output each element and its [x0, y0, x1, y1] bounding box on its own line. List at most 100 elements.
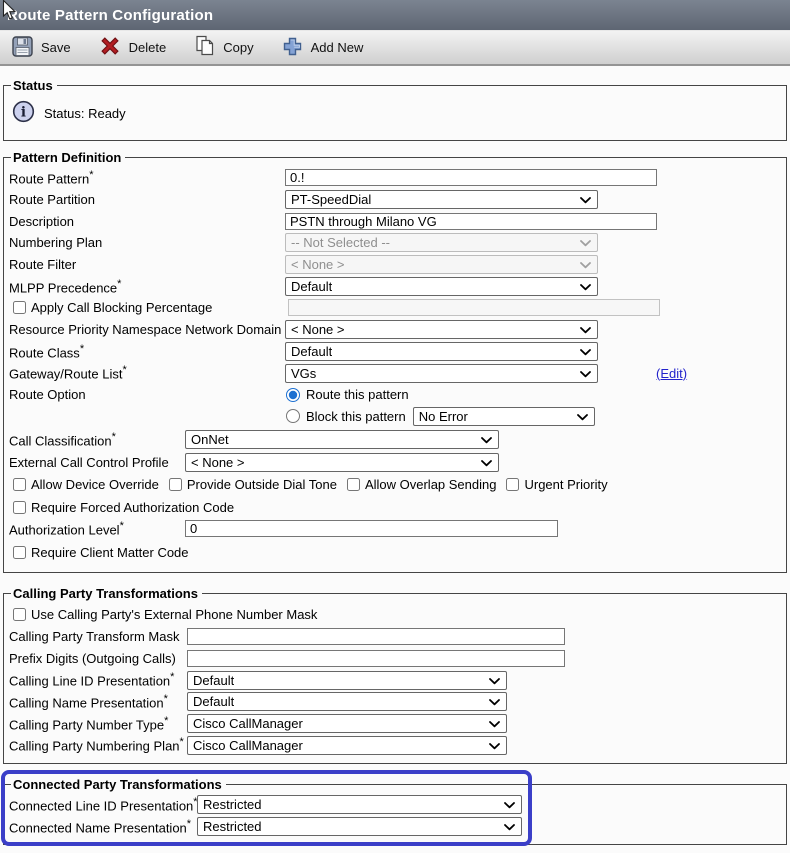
delete-button-label: Delete	[129, 40, 167, 55]
numbering-plan-select: -- Not Selected --	[285, 233, 598, 252]
connected-line-id-presentation-label: Connected Line ID Presentation*	[9, 796, 197, 813]
apply-call-blocking-label: Apply Call Blocking Percentage	[31, 300, 212, 315]
chevron-down-icon	[481, 432, 492, 447]
chevron-down-icon	[489, 694, 500, 709]
allow-overlap-sending-cell: Allow Overlap Sending	[346, 477, 497, 492]
route-pattern-row: Route Pattern*	[9, 167, 778, 189]
chevron-down-icon	[580, 192, 591, 207]
route-partition-select[interactable]: PT-SpeedDial	[285, 190, 598, 209]
calling-name-presentation-select[interactable]: Default	[187, 692, 507, 711]
route-this-pattern-radio[interactable]	[286, 388, 300, 402]
connected-name-presentation-row: Connected Name Presentation* Restricted	[9, 816, 778, 838]
allow-overlap-sending-checkbox[interactable]	[347, 478, 360, 491]
gateway-route-list-select[interactable]: VGs	[285, 364, 598, 383]
urgent-priority-checkbox[interactable]	[506, 478, 519, 491]
calling-party-numbering-plan-row: Calling Party Numbering Plan* Cisco Call…	[9, 734, 778, 756]
gateway-route-list-label: Gateway/Route List*	[9, 364, 285, 381]
calling-party-numbering-plan-label: Calling Party Numbering Plan*	[9, 736, 187, 753]
pattern-definition-section: Pattern Definition Route Pattern* Route …	[3, 150, 787, 573]
urgent-priority-cell: Urgent Priority	[505, 477, 607, 492]
connected-party-transformations-section: Connected Party Transformations Connecte…	[3, 777, 787, 845]
chevron-down-icon	[580, 366, 591, 381]
authorization-level-input[interactable]	[185, 520, 558, 537]
description-input[interactable]	[285, 213, 657, 230]
route-filter-label: Route Filter	[9, 257, 285, 272]
external-call-control-select[interactable]: < None >	[185, 453, 499, 472]
save-icon	[12, 36, 33, 60]
route-class-row: Route Class* Default	[9, 341, 778, 363]
delete-icon	[99, 35, 121, 60]
block-this-pattern-cell: Block this pattern	[285, 409, 406, 424]
page-header: Route Pattern Configuration	[0, 0, 790, 30]
status-section: Status i Status: Ready	[3, 78, 787, 141]
calling-party-number-type-row: Calling Party Number Type* Cisco CallMan…	[9, 713, 778, 735]
route-pattern-input[interactable]	[285, 169, 657, 186]
apply-call-blocking-checkbox[interactable]	[13, 301, 26, 314]
call-classification-row: Call Classification* OnNet	[9, 427, 778, 451]
connected-line-id-presentation-select[interactable]: Restricted	[197, 795, 522, 814]
connected-name-presentation-select[interactable]: Restricted	[197, 817, 522, 836]
chevron-down-icon	[577, 409, 588, 424]
authorization-level-row: Authorization Level*	[9, 518, 778, 540]
chevron-down-icon	[580, 322, 591, 337]
route-option-row: Route Option Route this pattern	[9, 384, 778, 406]
block-this-pattern-label: Block this pattern	[306, 409, 406, 424]
chevron-down-icon	[580, 235, 591, 250]
route-class-label: Route Class*	[9, 343, 285, 360]
mlpp-precedence-label: MLPP Precedence*	[9, 278, 285, 295]
copy-button-label: Copy	[223, 40, 253, 55]
block-error-select[interactable]: No Error	[413, 407, 595, 426]
external-call-control-label: External Call Control Profile	[9, 455, 185, 470]
add-new-button[interactable]: Add New	[282, 36, 364, 60]
pattern-definition-legend: Pattern Definition	[11, 150, 125, 165]
description-row: Description	[9, 210, 778, 232]
calling-party-transform-mask-input[interactable]	[187, 628, 565, 645]
numbering-plan-label: Numbering Plan	[9, 235, 285, 250]
chevron-down-icon	[489, 673, 500, 688]
connected-name-presentation-label: Connected Name Presentation*	[9, 818, 197, 835]
numbering-plan-row: Numbering Plan -- Not Selected --	[9, 232, 778, 254]
chevron-down-icon	[504, 797, 515, 812]
allow-device-override-checkbox[interactable]	[13, 478, 26, 491]
save-button[interactable]: Save	[12, 36, 71, 60]
chevron-down-icon	[504, 819, 515, 834]
chevron-down-icon	[489, 738, 500, 753]
calling-line-id-presentation-label: Calling Line ID Presentation*	[9, 671, 187, 688]
mlpp-precedence-row: MLPP Precedence* Default	[9, 275, 778, 297]
edit-link[interactable]: (Edit)	[656, 366, 687, 381]
status-section-legend: Status	[11, 78, 57, 93]
description-label: Description	[9, 214, 285, 229]
info-icon: i	[12, 100, 35, 126]
calling-name-presentation-row: Calling Name Presentation* Default	[9, 691, 778, 713]
toolbar: Save Delete Copy Add New	[0, 30, 790, 66]
chevron-down-icon	[580, 257, 591, 272]
prefix-digits-label: Prefix Digits (Outgoing Calls)	[9, 651, 187, 666]
calling-party-numbering-plan-select[interactable]: Cisco CallManager	[187, 736, 507, 755]
resource-priority-label: Resource Priority Namespace Network Doma…	[9, 322, 285, 337]
require-cmc-checkbox[interactable]	[13, 546, 26, 559]
external-call-control-row: External Call Control Profile < None >	[9, 451, 778, 473]
route-pattern-label: Route Pattern*	[9, 169, 285, 186]
block-this-pattern-radio[interactable]	[286, 409, 300, 423]
provide-outside-dial-tone-checkbox[interactable]	[169, 478, 182, 491]
prefix-digits-input[interactable]	[187, 650, 565, 667]
apply-call-blocking-cell: Apply Call Blocking Percentage	[12, 300, 288, 315]
provide-outside-dial-tone-cell: Provide Outside Dial Tone	[168, 477, 337, 492]
mlpp-precedence-select[interactable]: Default	[285, 277, 598, 296]
resource-priority-select[interactable]: < None >	[285, 320, 598, 339]
call-classification-select[interactable]: OnNet	[185, 430, 499, 449]
require-fac-checkbox[interactable]	[13, 501, 26, 514]
calling-name-presentation-label: Calling Name Presentation*	[9, 693, 187, 710]
allow-device-override-cell: Allow Device Override	[12, 477, 159, 492]
calling-party-transformations-legend: Calling Party Transformations	[11, 586, 202, 601]
copy-button[interactable]: Copy	[194, 35, 253, 60]
delete-button[interactable]: Delete	[99, 35, 167, 60]
connected-party-transformations-legend: Connected Party Transformations	[11, 777, 226, 792]
route-class-select[interactable]: Default	[285, 342, 598, 361]
calling-line-id-presentation-select[interactable]: Default	[187, 671, 507, 690]
transform-mask-row: Calling Party Transform Mask	[9, 626, 778, 648]
route-option-label: Route Option	[9, 387, 285, 402]
use-external-phone-number-mask-checkbox[interactable]	[13, 608, 26, 621]
add-new-button-label: Add New	[311, 40, 364, 55]
calling-party-number-type-select[interactable]: Cisco CallManager	[187, 714, 507, 733]
